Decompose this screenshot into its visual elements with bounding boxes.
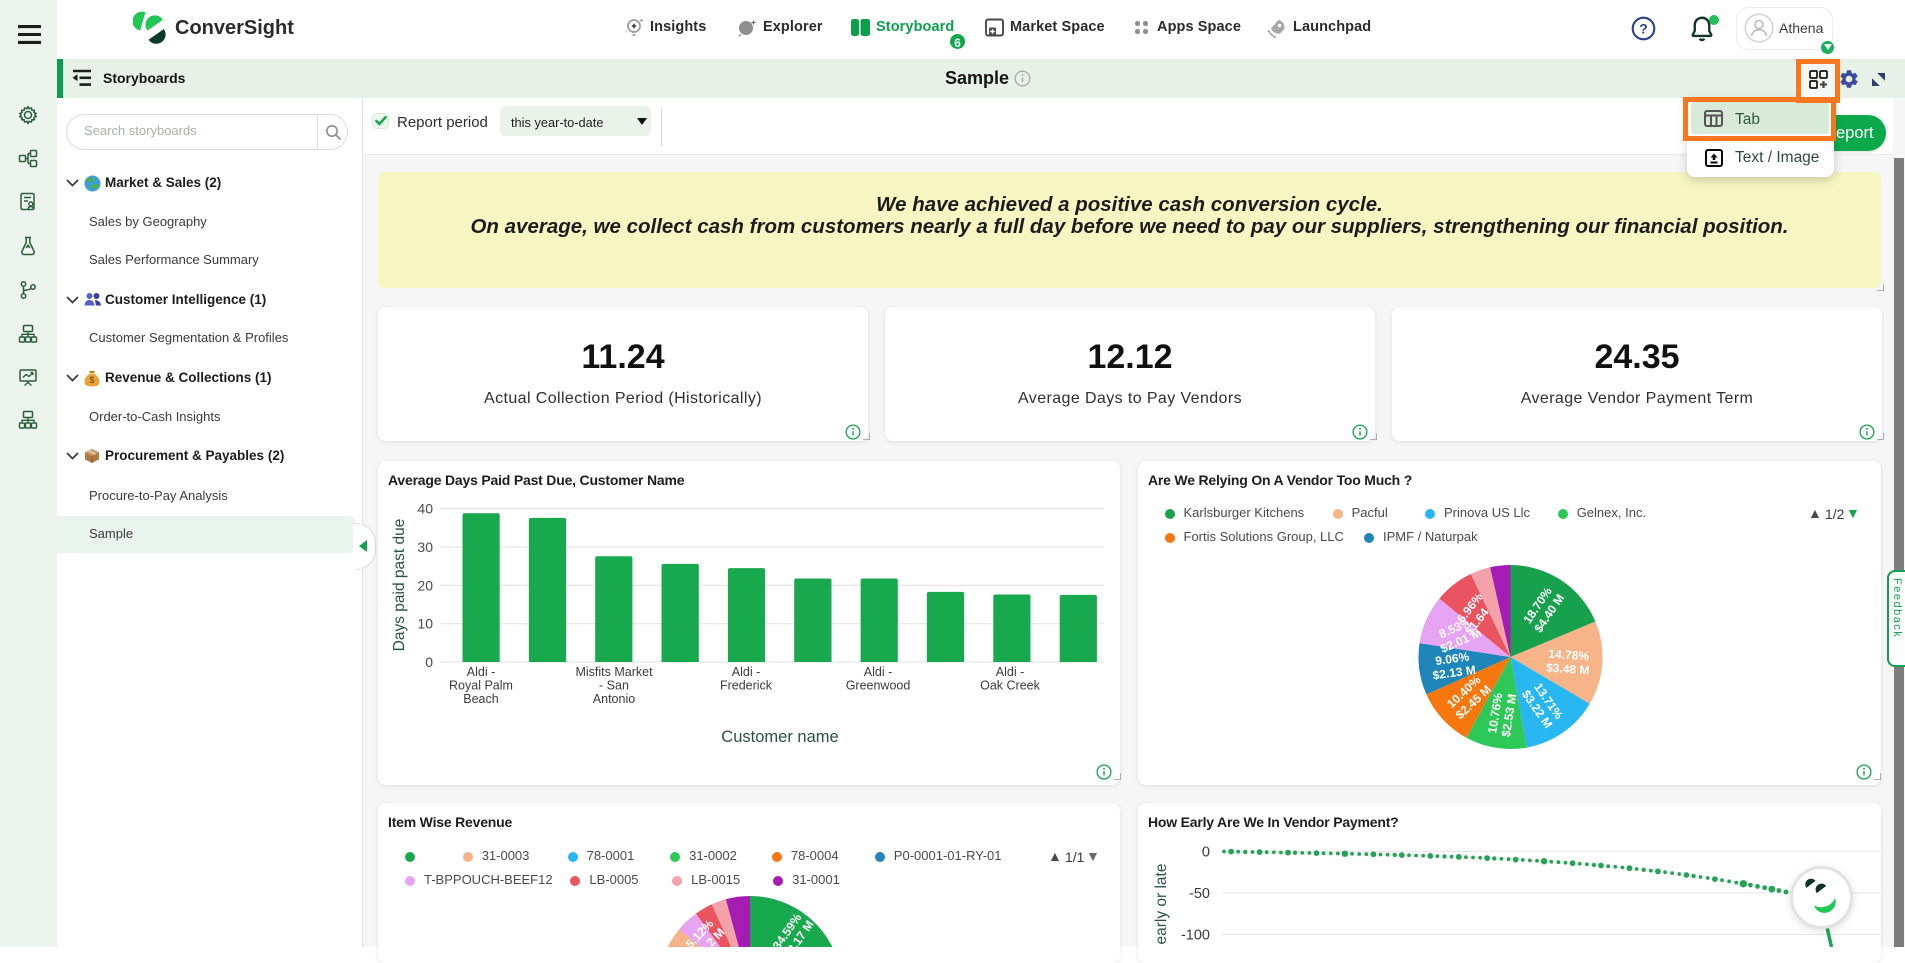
svg-text:?: ? [1639,21,1648,37]
svg-text:$: $ [89,375,94,385]
